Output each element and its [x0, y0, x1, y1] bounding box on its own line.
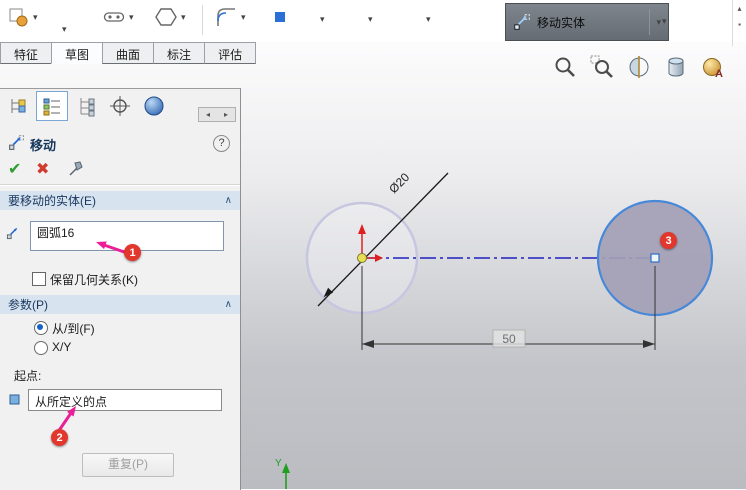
repeat-button[interactable]: 重复(P): [82, 453, 174, 477]
entities-select-icon: [6, 225, 21, 243]
polygon-tool-icon: [155, 8, 177, 26]
keep-relations-checkbox[interactable]: [32, 272, 46, 286]
ribbon-toolbar: ▾ ▾ ▾ ▾ ▾ ▾ ▾ ▾ 移动实体 ▾ ▾ ▴ ▪: [0, 0, 746, 46]
y-axis-arrowhead: [282, 463, 290, 473]
sketch-tool-button[interactable]: ▾: [6, 5, 38, 29]
rectangle-tool-button[interactable]: [268, 5, 292, 29]
feature-tree-icon: [11, 99, 26, 113]
slot-tool-button[interactable]: ▾: [102, 5, 134, 29]
distance-dimension-text[interactable]: 50: [502, 332, 516, 346]
display-style-icon[interactable]: [663, 54, 689, 80]
command-manager-tabs: 特征 草图 曲面 标注 评估: [0, 42, 257, 64]
zoom-fit-icon[interactable]: [552, 54, 578, 80]
step-badge-3: 3: [660, 232, 677, 249]
from-to-radio[interactable]: [34, 321, 48, 335]
dropdown-caret-icon[interactable]: ▾: [62, 24, 67, 35]
step-badge-2: 2: [51, 429, 68, 446]
dim-arrow-left: [362, 340, 374, 348]
selected-entity-item[interactable]: 圆弧16: [37, 226, 74, 240]
zoom-area-icon[interactable]: [589, 54, 615, 80]
move-entity-icon: [514, 14, 530, 30]
dropdown-caret-icon[interactable]: ▾: [320, 14, 325, 25]
keep-relations-label: 保留几何关系(K): [50, 273, 138, 287]
parameters-section-title: 参数(P): [8, 298, 48, 312]
y-axis-label: Y: [275, 458, 282, 469]
tab-scroll-right-icon[interactable]: ▸: [224, 110, 228, 119]
diameter-dimension-text[interactable]: Ø20: [386, 170, 412, 196]
toolbar-separator: [202, 5, 203, 35]
xy-radio[interactable]: [34, 341, 48, 355]
tab-label: 标注: [167, 48, 192, 62]
crosshair-icon: [110, 96, 130, 116]
section-view-icon[interactable]: [626, 54, 652, 80]
move-command-icon: [8, 134, 25, 154]
pin-button[interactable]: [68, 161, 84, 180]
overflow-up-icon[interactable]: ▴: [737, 4, 741, 13]
svg-text:A: A: [715, 68, 723, 79]
step-badge-1: 1: [124, 244, 141, 261]
move-entity-button[interactable]: 移动实体 ▾: [505, 3, 669, 41]
fillet-tool-icon: [217, 8, 235, 26]
tab-label: 特征: [14, 48, 39, 62]
entities-section-title: 要移动的实体(E): [8, 194, 96, 208]
overflow-item-icon[interactable]: ▪: [738, 20, 741, 29]
polygon-tool-button[interactable]: ▾: [154, 5, 186, 29]
panel-title: 移动: [30, 138, 57, 153]
configuration-manager-tab[interactable]: [70, 91, 102, 121]
fillet-tool-button[interactable]: ▾: [214, 5, 246, 29]
property-manager-panel: ◂ ▸ 移动 ? ✔ ✖ 要移动的实体(E) ∧ 圆弧16 保留几何关系(K) …: [0, 88, 241, 490]
panel-tab-strip: [2, 91, 170, 121]
tab-sketch[interactable]: 草图: [51, 42, 104, 64]
property-list-icon: [43, 98, 60, 116]
display-sphere-icon: [144, 96, 164, 116]
xy-label: X/Y: [52, 340, 72, 354]
dropdown-caret-icon[interactable]: ▾: [241, 12, 246, 22]
pushpin-icon: [69, 161, 83, 176]
sketch-tool-icon: [9, 8, 28, 27]
dropdown-caret-icon[interactable]: ▾: [368, 14, 373, 25]
start-point-marker[interactable]: [357, 253, 367, 263]
dropdown-caret-icon[interactable]: ▾: [181, 12, 186, 22]
display-manager-tab[interactable]: [138, 91, 170, 121]
help-button[interactable]: ?: [213, 135, 230, 152]
slot-tool-icon: [103, 12, 125, 22]
configuration-tree-icon: [80, 98, 95, 117]
solidworks-window: A Ø20 50 Y ▾ ▾ ▾ ▾ ▾ ▾ ▾ ▾ 移动实体 ▾ ▾ ▴ ▪ …: [0, 0, 746, 490]
dimxpert-manager-tab[interactable]: [104, 91, 136, 121]
rectangle-tool-icon: [275, 12, 285, 22]
dropdown-caret-icon[interactable]: ▾: [33, 12, 38, 22]
target-center-handle[interactable]: [650, 253, 660, 263]
tab-label: 评估: [218, 48, 243, 62]
ok-button[interactable]: ✔: [8, 159, 21, 179]
start-point-icon: [9, 394, 20, 408]
dim-arrow-right: [643, 340, 655, 348]
collapse-chevron-icon[interactable]: ∧: [225, 195, 232, 206]
appearance-icon[interactable]: A: [700, 54, 726, 80]
feature-manager-tab[interactable]: [2, 91, 34, 121]
dropdown-caret-icon[interactable]: ▾: [129, 12, 134, 22]
tab-annotations[interactable]: 标注: [153, 42, 206, 64]
tab-evaluate[interactable]: 评估: [204, 42, 257, 64]
dropdown-caret-icon[interactable]: ▾: [426, 14, 431, 25]
property-manager-tab[interactable]: [36, 91, 68, 121]
dropdown-caret-icon[interactable]: ▾: [662, 16, 667, 27]
tab-features[interactable]: 特征: [0, 42, 53, 64]
heads-up-view-toolbar: A: [552, 54, 726, 80]
dropdown-caret-icon[interactable]: ▾: [656, 17, 661, 27]
panel-tab-scroll[interactable]: ◂ ▸: [198, 107, 236, 122]
tab-surfaces[interactable]: 曲面: [102, 42, 155, 64]
entities-section-header[interactable]: 要移动的实体(E) ∧: [0, 191, 240, 210]
panel-divider: [0, 184, 240, 186]
from-to-label: 从/到(F): [52, 322, 95, 336]
button-separator: [649, 9, 651, 35]
tab-label: 曲面: [116, 48, 141, 62]
tab-label: 草图: [65, 48, 90, 62]
collapse-chevron-icon[interactable]: ∧: [225, 299, 232, 310]
move-entity-button-label: 移动实体: [537, 15, 586, 30]
start-point-label: 起点:: [14, 369, 42, 383]
parameters-section-header[interactable]: 参数(P) ∧: [0, 295, 240, 314]
tab-scroll-left-icon[interactable]: ◂: [206, 110, 210, 119]
cancel-button[interactable]: ✖: [36, 159, 49, 179]
toolbar-overflow-strip[interactable]: ▴ ▪: [732, 0, 746, 46]
